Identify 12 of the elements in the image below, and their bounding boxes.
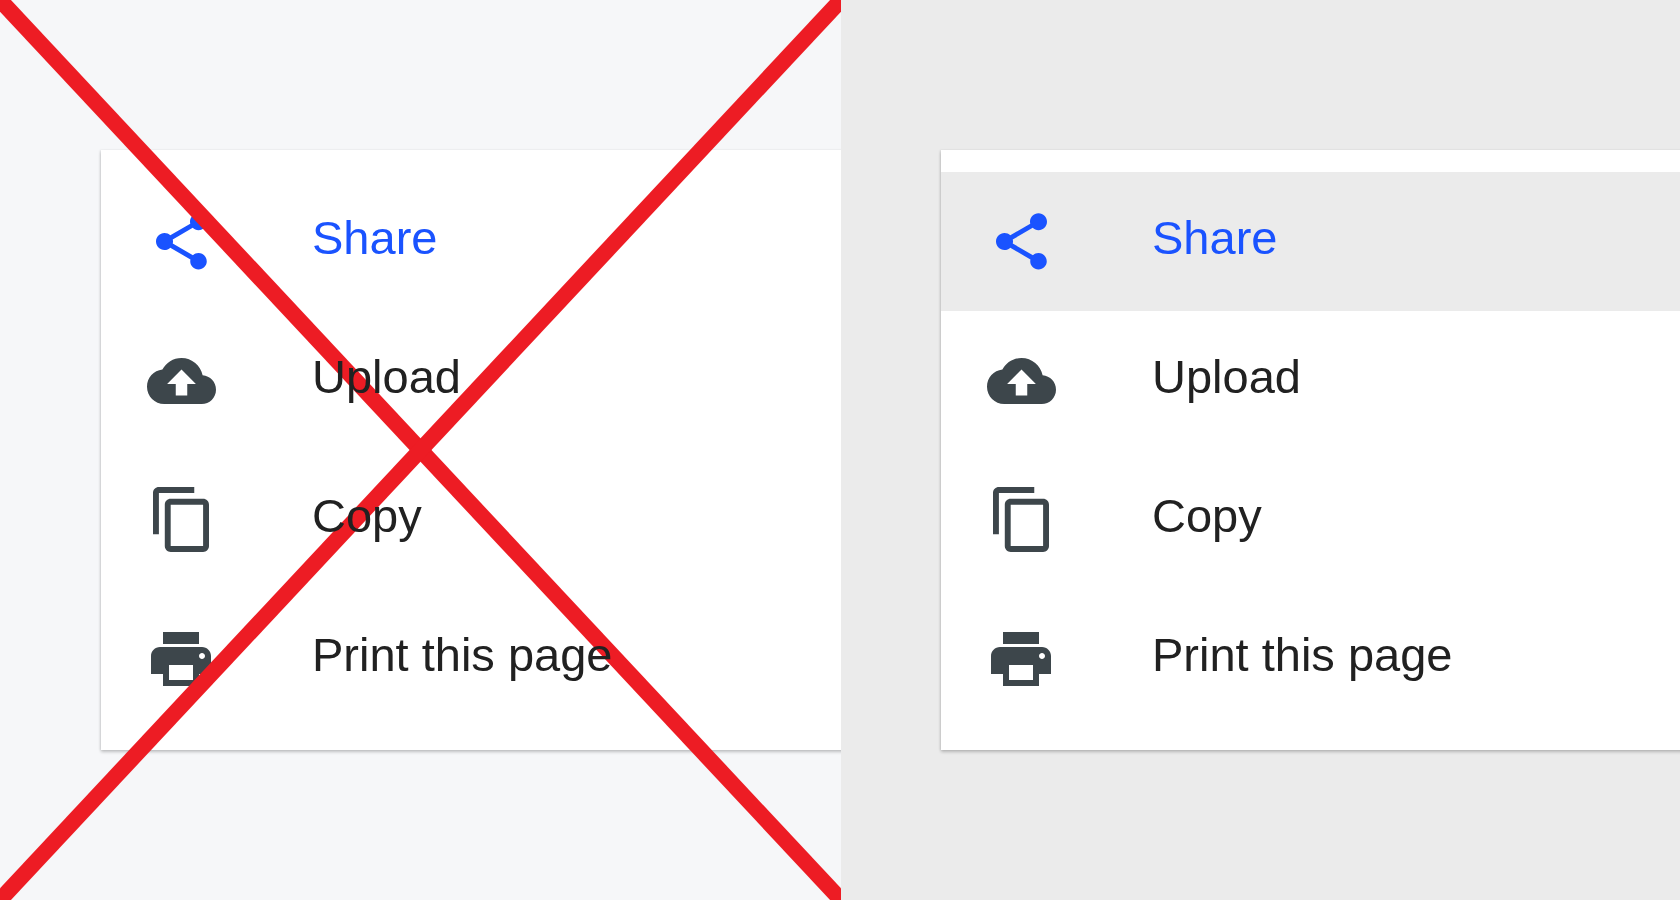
- menu-item[interactable]: Print this page: [941, 589, 1680, 728]
- menu-item[interactable]: Upload: [941, 311, 1680, 450]
- menu-item[interactable]: Share: [101, 172, 841, 311]
- share-icon: [995, 213, 1047, 270]
- cloud-upload-icon: [146, 357, 216, 404]
- copy-icon: [153, 487, 209, 552]
- printer-icon: [151, 631, 211, 686]
- copy-icon: [993, 487, 1049, 552]
- printer-icon: [991, 631, 1051, 686]
- menu-item[interactable]: Copy: [941, 450, 1680, 589]
- menu-item[interactable]: Share: [941, 172, 1680, 311]
- cloud-upload-icon: [986, 357, 1056, 404]
